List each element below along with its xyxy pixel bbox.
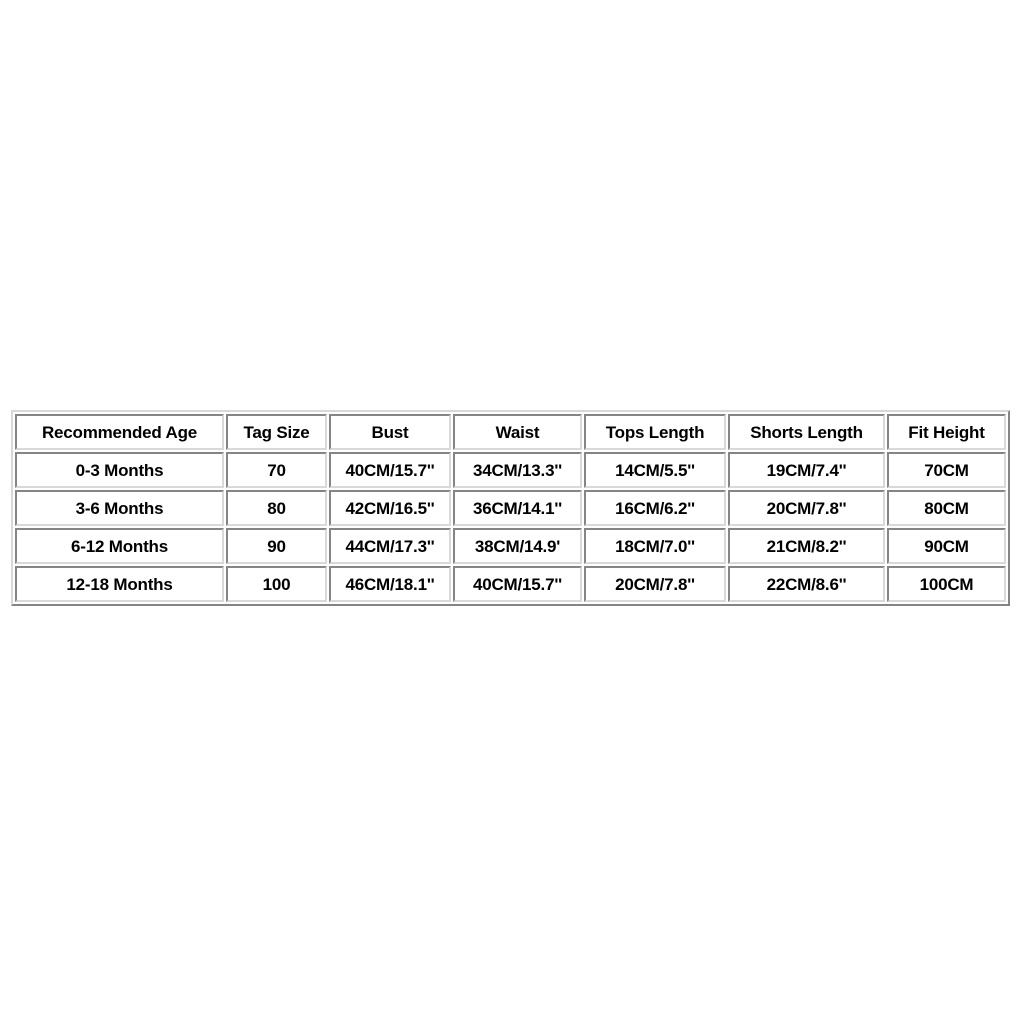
table-row: 0-3 Months 70 40CM/15.7'' 34CM/13.3'' 14… bbox=[15, 452, 1006, 488]
cell-tag-size: 100 bbox=[226, 566, 327, 602]
table-header-row: Recommended Age Tag Size Bust Waist Tops… bbox=[15, 414, 1006, 450]
cell-tag-size: 80 bbox=[226, 490, 327, 526]
cell-tag-size: 70 bbox=[226, 452, 327, 488]
cell-tops-length: 14CM/5.5'' bbox=[584, 452, 726, 488]
cell-tops-length: 18CM/7.0'' bbox=[584, 528, 726, 564]
cell-recommended-age: 0-3 Months bbox=[15, 452, 224, 488]
cell-shorts-length: 20CM/7.8'' bbox=[728, 490, 885, 526]
column-header-fit-height: Fit Height bbox=[887, 414, 1006, 450]
cell-tops-length: 20CM/7.8'' bbox=[584, 566, 726, 602]
column-header-tops-length: Tops Length bbox=[584, 414, 726, 450]
cell-bust: 46CM/18.1'' bbox=[329, 566, 451, 602]
cell-fit-height: 70CM bbox=[887, 452, 1006, 488]
cell-shorts-length: 22CM/8.6'' bbox=[728, 566, 885, 602]
table-row: 6-12 Months 90 44CM/17.3'' 38CM/14.9' 18… bbox=[15, 528, 1006, 564]
cell-bust: 44CM/17.3'' bbox=[329, 528, 451, 564]
column-header-waist: Waist bbox=[453, 414, 582, 450]
column-header-bust: Bust bbox=[329, 414, 451, 450]
cell-bust: 42CM/16.5'' bbox=[329, 490, 451, 526]
cell-tag-size: 90 bbox=[226, 528, 327, 564]
cell-recommended-age: 12-18 Months bbox=[15, 566, 224, 602]
size-chart-container: Recommended Age Tag Size Bust Waist Tops… bbox=[11, 410, 1010, 606]
cell-recommended-age: 6-12 Months bbox=[15, 528, 224, 564]
cell-waist: 38CM/14.9' bbox=[453, 528, 582, 564]
cell-bust: 40CM/15.7'' bbox=[329, 452, 451, 488]
column-header-tag-size: Tag Size bbox=[226, 414, 327, 450]
column-header-shorts-length: Shorts Length bbox=[728, 414, 885, 450]
cell-fit-height: 100CM bbox=[887, 566, 1006, 602]
cell-fit-height: 80CM bbox=[887, 490, 1006, 526]
cell-fit-height: 90CM bbox=[887, 528, 1006, 564]
cell-waist: 40CM/15.7'' bbox=[453, 566, 582, 602]
cell-waist: 36CM/14.1'' bbox=[453, 490, 582, 526]
table-row: 3-6 Months 80 42CM/16.5'' 36CM/14.1'' 16… bbox=[15, 490, 1006, 526]
cell-waist: 34CM/13.3'' bbox=[453, 452, 582, 488]
page-canvas: Recommended Age Tag Size Bust Waist Tops… bbox=[0, 0, 1024, 1024]
column-header-recommended-age: Recommended Age bbox=[15, 414, 224, 450]
cell-shorts-length: 21CM/8.2'' bbox=[728, 528, 885, 564]
cell-recommended-age: 3-6 Months bbox=[15, 490, 224, 526]
size-chart-table: Recommended Age Tag Size Bust Waist Tops… bbox=[11, 410, 1010, 606]
cell-shorts-length: 19CM/7.4'' bbox=[728, 452, 885, 488]
table-row: 12-18 Months 100 46CM/18.1'' 40CM/15.7''… bbox=[15, 566, 1006, 602]
cell-tops-length: 16CM/6.2'' bbox=[584, 490, 726, 526]
